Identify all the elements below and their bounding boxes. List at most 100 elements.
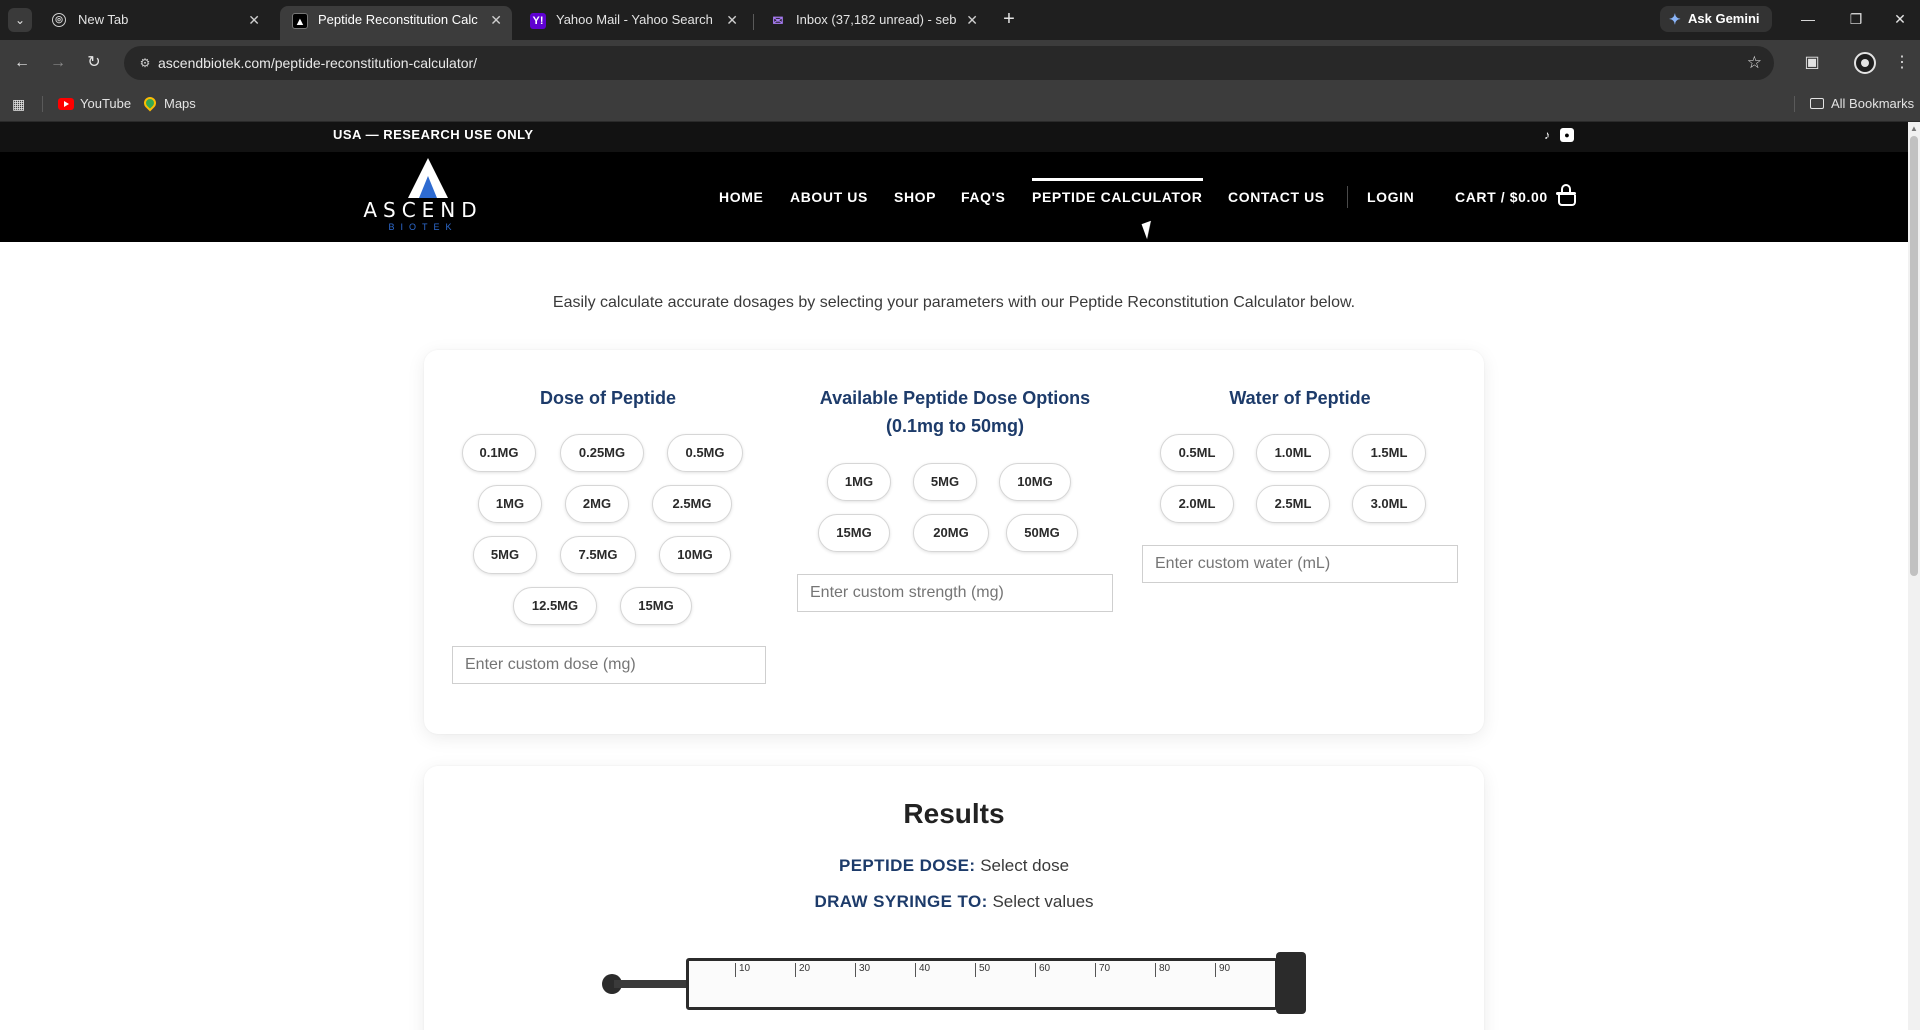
strength-option-50mg[interactable]: 50MG — [1006, 514, 1078, 552]
restore-icon[interactable]: ❐ — [1836, 6, 1876, 32]
syringe-tick — [1215, 963, 1216, 977]
water-option-2.5ml[interactable]: 2.5ML — [1256, 485, 1330, 523]
tab-peptide-calculator[interactable]: ▲ Peptide Reconstitution Calculat ✕ — [280, 6, 512, 40]
draw-syringe-value: Select values — [992, 892, 1094, 911]
back-arrow-icon[interactable]: ← — [8, 49, 36, 77]
bookmark-star-icon[interactable]: ☆ — [1747, 46, 1762, 80]
tab-new-tab[interactable]: ◎ New Tab ✕ — [40, 6, 270, 40]
close-icon[interactable]: ✕ — [726, 6, 738, 34]
dose-option-0.25mg[interactable]: 0.25MG — [560, 434, 644, 472]
tab-yahoo-search[interactable]: Y! Yahoo Mail - Yahoo Search Res ✕ — [518, 6, 748, 40]
custom-water-input[interactable] — [1142, 545, 1458, 583]
reload-icon[interactable]: ↻ — [80, 49, 108, 77]
dose-option-1mg[interactable]: 1MG — [478, 485, 542, 523]
profile-avatar-icon[interactable] — [1854, 52, 1876, 74]
site-settings-icon[interactable]: ⚙ — [134, 52, 156, 74]
close-icon[interactable]: ✕ — [248, 6, 260, 34]
plunger-rod — [614, 980, 688, 988]
forward-arrow-icon[interactable]: → — [44, 49, 72, 77]
draw-syringe-label: DRAW SYRINGE TO: — [814, 892, 988, 911]
tab-title: Yahoo Mail - Yahoo Search Res — [556, 12, 716, 27]
nav-login[interactable]: LOGIN — [1367, 152, 1414, 242]
dose-option-10mg[interactable]: 10MG — [659, 536, 731, 574]
close-icon[interactable]: ✕ — [490, 6, 502, 34]
extensions-puzzle-icon[interactable]: ▣ — [1798, 49, 1826, 77]
tab-separator — [753, 14, 754, 30]
dose-option-5mg[interactable]: 5MG — [473, 536, 537, 574]
dose-option-0.1mg[interactable]: 0.1MG — [462, 434, 536, 472]
logo-mountain-inner — [419, 176, 437, 198]
dose-option-2.5mg[interactable]: 2.5MG — [652, 485, 732, 523]
dose-option-2mg[interactable]: 2MG — [565, 485, 629, 523]
syringe-tick-label: 10 — [739, 963, 751, 974]
syringe-tick — [735, 963, 736, 977]
syringe-illustration: 10 20 30 40 50 60 70 80 90 — [602, 952, 1312, 1018]
water-option-3.0ml[interactable]: 3.0ML — [1352, 485, 1426, 523]
page-scrollbar[interactable]: ▲ — [1908, 122, 1920, 1030]
results-title: Results — [903, 798, 1005, 829]
bookmark-label: YouTube — [80, 96, 132, 111]
water-option-2.0ml[interactable]: 2.0ML — [1160, 485, 1234, 523]
close-window-icon[interactable]: ✕ — [1880, 6, 1920, 32]
ask-gemini-label: Ask Gemini — [1688, 11, 1760, 26]
tab-inbox[interactable]: ✉ Inbox (37,182 unread) - sebasti ✕ — [758, 6, 988, 40]
research-use-notice: USA — RESEARCH USE ONLY — [333, 127, 534, 142]
close-icon[interactable]: ✕ — [966, 6, 978, 34]
apps-grid-icon[interactable]: ▦ — [12, 96, 28, 112]
nav-faqs[interactable]: FAQ'S — [961, 152, 1005, 242]
draw-syringe-result: DRAW SYRINGE TO: Select values — [424, 892, 1484, 912]
nav-peptide-calculator[interactable]: PEPTIDE CALCULATOR — [1032, 152, 1203, 242]
strength-title: Available Peptide Dose Options (0.1mg to… — [797, 384, 1113, 440]
strength-title-line2: (0.1mg to 50mg) — [885, 416, 1025, 436]
syringe-tick-label: 60 — [1039, 963, 1051, 974]
tiktok-icon[interactable]: ♪ — [1540, 128, 1554, 142]
ascend-biotek-logo[interactable]: ASCEND BIOTEK — [356, 156, 490, 238]
tab-title: New Tab — [78, 12, 129, 27]
nav-about-us[interactable]: ABOUT US — [790, 152, 868, 242]
minimize-icon[interactable]: — — [1788, 6, 1828, 32]
bookmark-maps[interactable]: Maps — [141, 86, 196, 122]
calculator-intro-text: Easily calculate accurate dosages by sel… — [552, 294, 1356, 311]
all-bookmarks-button[interactable]: All Bookmarks — [1810, 86, 1914, 122]
nav-contact-us[interactable]: CONTACT US — [1228, 152, 1325, 242]
new-tab-plus-icon[interactable]: + — [996, 6, 1022, 32]
logo-subword: BIOTEK — [388, 222, 458, 232]
nav-cart[interactable]: CART / $0.00 — [1455, 152, 1576, 242]
water-option-1.0ml[interactable]: 1.0ML — [1256, 434, 1330, 472]
dose-option-15mg[interactable]: 15MG — [620, 587, 692, 625]
dose-option-7.5mg[interactable]: 7.5MG — [560, 536, 636, 574]
scrollbar-thumb[interactable] — [1910, 136, 1918, 576]
strength-option-10mg[interactable]: 10MG — [999, 463, 1071, 501]
syringe-tick-label: 80 — [1159, 963, 1171, 974]
syringe-tick-label: 50 — [979, 963, 991, 974]
logo-wordmark: ASCEND — [363, 198, 483, 222]
nav-home[interactable]: HOME — [719, 152, 763, 242]
url-text[interactable]: ascendbiotek.com/peptide-reconstitution-… — [158, 46, 477, 80]
strength-option-5mg[interactable]: 5MG — [913, 463, 977, 501]
more-menu-icon[interactable]: ⋮ — [1888, 49, 1916, 77]
water-option-1.5ml[interactable]: 1.5ML — [1352, 434, 1426, 472]
water-option-0.5ml[interactable]: 0.5ML — [1160, 434, 1234, 472]
discord-icon[interactable]: ● — [1560, 128, 1574, 142]
peptide-dose-label: PEPTIDE DOSE: — [838, 856, 976, 875]
tab-search-chevron-icon[interactable]: ⌄ — [8, 8, 32, 32]
peptide-dose-value: Select dose — [980, 856, 1070, 875]
strength-option-20mg[interactable]: 20MG — [913, 514, 989, 552]
top-notice-bar: USA — RESEARCH USE ONLY ♪ ● — [0, 122, 1908, 152]
peptide-dose-result: PEPTIDE DOSE: Select dose — [424, 856, 1484, 876]
syringe-tick-label: 40 — [919, 963, 931, 974]
address-bar[interactable]: ⚙ ascendbiotek.com/peptide-reconstitutio… — [124, 46, 1774, 80]
custom-dose-input[interactable] — [452, 646, 766, 684]
dose-option-0.5mg[interactable]: 0.5MG — [667, 434, 743, 472]
nav-shop[interactable]: SHOP — [894, 152, 936, 242]
strength-option-15mg[interactable]: 15MG — [818, 514, 890, 552]
bookmark-youtube[interactable]: YouTube — [58, 86, 131, 122]
nav-divider — [1347, 186, 1348, 208]
dose-option-12.5mg[interactable]: 12.5MG — [513, 587, 597, 625]
ask-gemini-button[interactable]: ✦ Ask Gemini — [1660, 6, 1772, 32]
syringe-tick — [1155, 963, 1156, 977]
custom-strength-input[interactable] — [797, 574, 1113, 612]
scroll-up-arrow-icon[interactable]: ▲ — [1910, 124, 1918, 133]
strength-option-1mg[interactable]: 1MG — [827, 463, 891, 501]
syringe-tick-label: 90 — [1219, 963, 1231, 974]
